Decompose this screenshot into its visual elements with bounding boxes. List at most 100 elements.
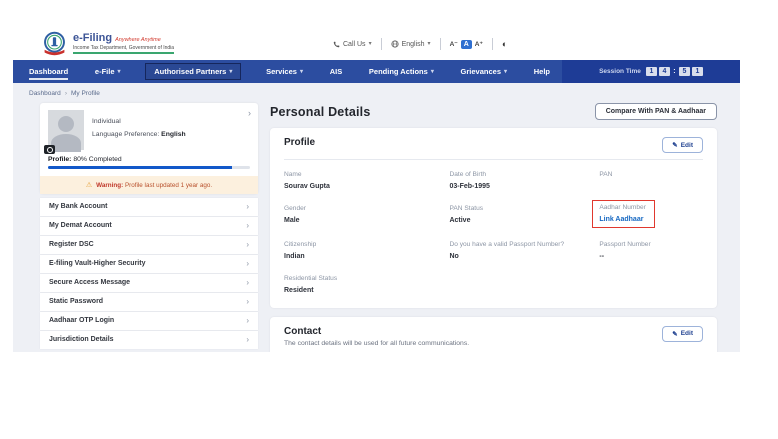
sidebar-item-my-demat-account[interactable]: My Demat Account›	[40, 217, 258, 235]
sidebar-item-jurisdiction-details[interactable]: Jurisdiction Details›	[40, 331, 258, 349]
language-preference: Language Preference: English	[92, 129, 186, 142]
session-timer: Session Time 14:51	[562, 60, 740, 83]
language-menu[interactable]: English ▾	[391, 40, 431, 48]
font-size-controls: A⁻ A A⁺	[450, 40, 483, 49]
field-value: Indian	[284, 252, 439, 262]
pencil-icon: ✎	[672, 330, 677, 338]
sidebar-item-register-dsc[interactable]: Register DSC›	[40, 236, 258, 254]
top-header: e-Filing Anywhere Anytime Income Tax Dep…	[13, 28, 740, 60]
progress-bar-fill	[48, 166, 232, 169]
contact-edit-button[interactable]: ✎ Edit	[662, 326, 703, 342]
chevron-down-icon: ▾	[369, 41, 372, 47]
contact-section-title: Contact	[284, 326, 469, 337]
nav-item-help[interactable]: Help	[532, 63, 552, 80]
call-us-label: Call Us	[343, 41, 366, 48]
chevron-right-icon: ›	[246, 202, 249, 211]
income-tax-emblem-icon	[41, 30, 68, 57]
profile-summary-card: › Individual Language Preference: Englis…	[40, 103, 258, 194]
avatar	[48, 110, 84, 150]
page: { "header": { "brand": "e-Filing", "tagl…	[0, 0, 778, 439]
session-digit: 1	[692, 67, 703, 76]
font-normal-button[interactable]: A	[461, 40, 472, 49]
sidebar-item-secure-access-message[interactable]: Secure Access Message›	[40, 274, 258, 292]
field-gender: GenderMale	[284, 204, 439, 229]
chevron-right-icon: ›	[246, 316, 249, 325]
divider	[440, 38, 441, 50]
font-decrease-button[interactable]: A⁻	[450, 40, 458, 48]
session-digit: 1	[646, 67, 657, 76]
camera-icon[interactable]	[44, 145, 55, 154]
field-label: Passport Number	[599, 240, 703, 250]
compare-pan-aadhaar-button[interactable]: Compare With PAN & Aadhaar	[595, 103, 717, 120]
chevron-down-icon: ▾	[504, 69, 507, 75]
sidebar-item-aadhaar-otp-login[interactable]: Aadhaar OTP Login›	[40, 312, 258, 330]
chevron-right-icon: ›	[246, 278, 249, 287]
divider	[492, 38, 493, 50]
field-label: Gender	[284, 204, 439, 214]
field-pan: PAN	[599, 170, 703, 192]
session-colon: :	[672, 67, 677, 76]
contrast-toggle-icon[interactable]: ◐	[502, 39, 507, 49]
breadcrumb-item-dashboard[interactable]: Dashboard	[29, 90, 61, 97]
chevron-right-icon: ›	[246, 297, 249, 306]
field-citizenship: Citizenship Indian	[284, 240, 439, 262]
field-aadhar-number: Aadhar Number Link Aadhaar	[599, 204, 703, 229]
progress-bar	[48, 166, 250, 169]
profile-details-card: Profile ✎ Edit NameSourav GuptaDate of B…	[270, 128, 717, 308]
nav-item-authorised-partners[interactable]: Authorised Partners▾	[145, 63, 241, 80]
chevron-right-icon: ›	[246, 335, 249, 344]
contact-details-card: Contact The contact details will be used…	[270, 317, 717, 352]
chevron-right-icon[interactable]: ›	[248, 108, 251, 118]
field-residential-status: Residential StatusResident	[284, 274, 439, 296]
breadcrumb-separator: ›	[65, 90, 67, 97]
chevron-right-icon: ›	[246, 240, 249, 249]
profile-edit-button[interactable]: ✎ Edit	[662, 137, 703, 153]
nav-item-pending-actions[interactable]: Pending Actions▾	[367, 63, 436, 80]
field-value: No	[449, 252, 589, 262]
session-digits: 14:51	[646, 67, 703, 76]
warning-icon: ⚠	[86, 181, 92, 189]
efiling-logo[interactable]: e-Filing Anywhere Anytime Income Tax Dep…	[41, 30, 174, 57]
field-label: Citizenship	[284, 240, 439, 250]
nav-item-services[interactable]: Services▾	[264, 63, 305, 80]
page-content: Dashboard › My Profile › Individual Langua…	[13, 83, 740, 352]
nav-item-ais[interactable]: AIS	[328, 63, 345, 80]
language-label: English	[402, 41, 425, 48]
aadhaar-highlight-box: Aadhar Number Link Aadhaar	[592, 200, 655, 229]
breadcrumb-item-my-profile: My Profile	[71, 90, 100, 97]
font-increase-button[interactable]: A⁺	[475, 40, 483, 48]
field-value: Resident	[284, 286, 439, 296]
main-navigation: Dashboard e-File▾ Authorised Partners▾ Serv…	[13, 60, 740, 83]
sidebar-item-e-filing-vault-higher-security[interactable]: E-filing Vault-Higher Security›	[40, 255, 258, 273]
brand-tagline: Anywhere Anytime	[115, 38, 161, 44]
sidebar-item-my-bank-account[interactable]: My Bank Account›	[40, 198, 258, 216]
phone-icon	[333, 41, 340, 48]
field-value: 03-Feb-1995	[449, 182, 589, 192]
field-passport-number: Passport Number--	[599, 240, 703, 262]
header-controls: Call Us ▾ English ▾ A⁻ A A⁺ ◐	[333, 28, 507, 60]
session-digit: 4	[659, 67, 670, 76]
call-us-menu[interactable]: Call Us ▾	[333, 41, 372, 48]
globe-icon	[391, 40, 399, 48]
divider	[381, 38, 382, 50]
field-label: PAN	[599, 170, 703, 180]
profile-fields-grid: NameSourav GuptaDate of Birth03-Feb-1995…	[284, 170, 703, 296]
sidebar-menu: My Bank Account›My Demat Account›Registe…	[40, 198, 258, 349]
sidebar-item-static-password[interactable]: Static Password›	[40, 293, 258, 311]
pencil-icon: ✎	[672, 141, 677, 149]
chevron-right-icon: ›	[246, 259, 249, 268]
nav-item-grievances[interactable]: Grievances▾	[459, 63, 509, 80]
nav-item-dashboard[interactable]: Dashboard	[27, 63, 70, 80]
field-pan-status: PAN StatusActive	[449, 204, 589, 229]
chevron-down-icon: ▾	[431, 69, 434, 75]
chevron-down-icon: ▾	[229, 69, 232, 75]
nav-item-e-file[interactable]: e-File▾	[93, 63, 123, 80]
breadcrumb: Dashboard › My Profile	[13, 83, 740, 97]
field-value: Active	[449, 216, 589, 226]
session-time-label: Session Time	[599, 68, 641, 75]
nav-items: Dashboard e-File▾ Authorised Partners▾ Serv…	[13, 60, 562, 83]
field-label: Aadhar Number	[599, 203, 646, 213]
field-label: Do you have a valid Passport Number?	[449, 240, 589, 250]
link-aadhaar-link[interactable]: Link Aadhaar	[599, 215, 646, 225]
field-value	[599, 182, 703, 190]
